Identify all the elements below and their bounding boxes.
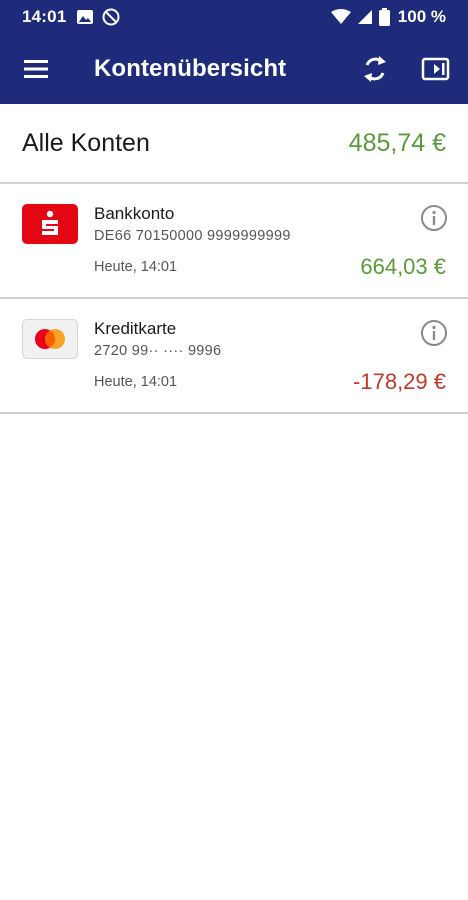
- sync-button[interactable]: [360, 52, 390, 86]
- info-icon: [421, 205, 447, 231]
- menu-button[interactable]: [22, 55, 52, 83]
- status-time: 14:01: [22, 7, 67, 26]
- info-icon: [421, 320, 447, 346]
- info-button[interactable]: [420, 204, 448, 232]
- page-title: Kontenübersicht: [94, 55, 287, 82]
- logout-icon: [421, 57, 450, 81]
- account-balance: 664,03 €: [360, 254, 446, 279]
- account-number: 2720 99·· ···· 9996: [94, 343, 222, 359]
- battery-icon: [378, 8, 390, 26]
- sync-icon: [364, 56, 386, 82]
- sparkasse-logo-icon: [22, 204, 78, 244]
- account-updated: Heute, 14:01: [94, 374, 178, 390]
- mastercard-logo-icon: [22, 319, 78, 359]
- battery-percentage: 100 %: [397, 7, 446, 26]
- info-button[interactable]: [420, 319, 448, 347]
- menu-icon: [24, 60, 48, 78]
- account-balance: -178,29 €: [353, 369, 446, 394]
- status-right-icons: 100 %: [330, 7, 446, 27]
- image-icon: [77, 10, 94, 24]
- status-bar: 14:01 100 %: [0, 0, 468, 34]
- logout-button[interactable]: [420, 54, 452, 84]
- account-item-bankkonto[interactable]: Bankkonto DE66 70150000 9999999999 Heute…: [0, 184, 468, 299]
- account-item-kreditkarte[interactable]: Kreditkarte 2720 99·· ···· 9996 Heute, 1…: [0, 299, 468, 414]
- signal-icon: [357, 10, 372, 24]
- account-name: Kreditkarte: [94, 319, 177, 338]
- summary-amount: 485,74 €: [348, 128, 446, 157]
- summary-label: Alle Konten: [22, 128, 150, 157]
- app-bar: Kontenübersicht: [0, 34, 468, 104]
- all-accounts-summary: Alle Konten 485,74 €: [0, 104, 468, 184]
- dnd-icon: [102, 8, 120, 26]
- status-left-icons: [76, 8, 120, 26]
- account-updated: Heute, 14:01: [94, 259, 178, 275]
- account-number: DE66 70150000 9999999999: [94, 228, 291, 244]
- account-name: Bankkonto: [94, 204, 175, 223]
- wifi-icon: [330, 9, 351, 24]
